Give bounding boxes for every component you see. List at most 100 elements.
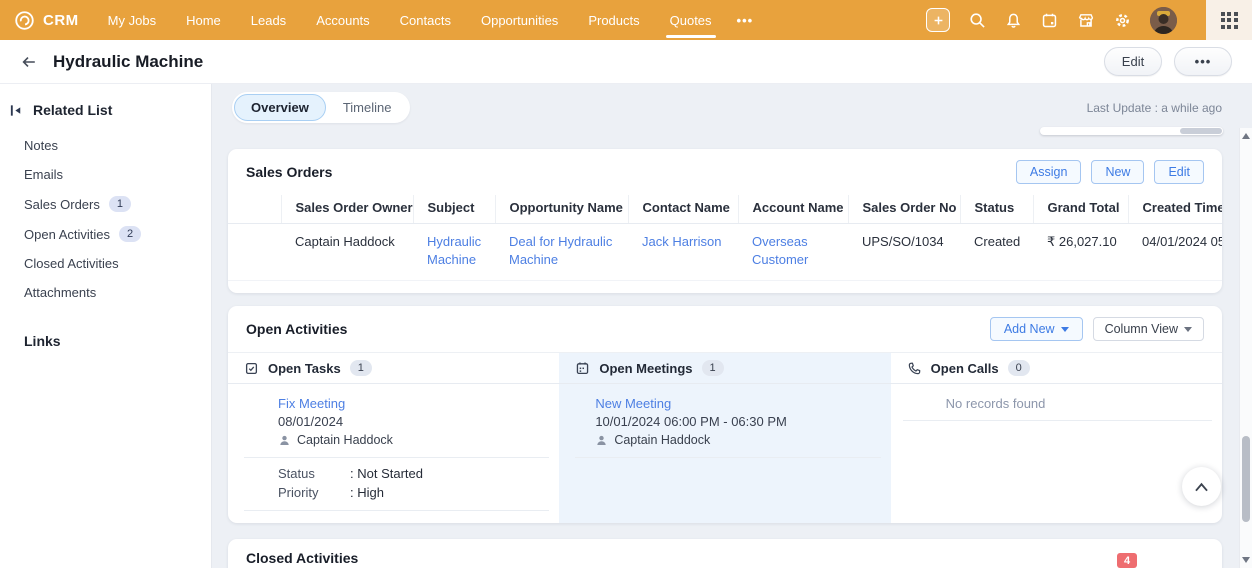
closed-activities-title: Closed Activities <box>246 550 359 566</box>
new-button[interactable]: New <box>1091 160 1145 184</box>
user-icon <box>280 435 289 445</box>
sidebar-item-notes[interactable]: Notes <box>0 131 211 160</box>
calendar-icon[interactable] <box>1041 12 1058 29</box>
status-cell: Created <box>960 223 1033 281</box>
table-row: Captain Haddock Hydraulic Machine Deal f… <box>228 223 1222 281</box>
nav-item-home[interactable]: Home <box>171 0 236 40</box>
vertical-scrollbar-thumb[interactable] <box>1242 436 1250 522</box>
back-arrow-icon[interactable] <box>20 54 38 70</box>
open-meetings-label: Open Meetings <box>599 360 693 376</box>
subject-link[interactable]: Hydraulic Machine <box>427 234 481 267</box>
avatar[interactable] <box>1150 6 1177 34</box>
row-select-cell <box>228 223 281 281</box>
divider <box>902 420 1212 421</box>
tab-timeline[interactable]: Timeline <box>326 94 409 121</box>
user-icon <box>597 435 607 445</box>
count-badge: 2 <box>119 226 142 242</box>
nav-right-icons <box>926 0 1252 40</box>
opportunity-link[interactable]: Deal for Hydraulic Machine <box>509 234 612 267</box>
record-more-button[interactable]: ••• <box>1174 47 1232 76</box>
column-header: Sales Order No <box>847 195 960 224</box>
column-header: Subject <box>412 195 495 224</box>
edit-button[interactable]: Edit <box>1104 47 1162 76</box>
nav-item-opportunities[interactable]: Opportunities <box>466 0 573 40</box>
nav-item-my-jobs[interactable]: My Jobs <box>93 0 171 40</box>
task-title-link[interactable]: Fix Meeting <box>278 396 549 412</box>
vertical-scrollbar[interactable] <box>1239 128 1252 568</box>
grand-total-cell: ₹ 26,027.10 <box>1033 223 1128 281</box>
select-column-header <box>228 195 281 224</box>
sidebar-item-emails[interactable]: Emails <box>0 160 211 189</box>
bell-icon[interactable] <box>1005 12 1022 29</box>
account-link[interactable]: Overseas Customer <box>752 234 808 267</box>
divider <box>244 510 550 511</box>
page-title: Hydraulic Machine <box>53 51 204 71</box>
nav-items: My Jobs Home Leads Accounts Contacts Opp… <box>93 0 764 40</box>
nav-item-products[interactable]: Products <box>573 0 654 40</box>
top-navigation: CRM My Jobs Home Leads Accounts Contacts… <box>0 0 1252 40</box>
crm-logo-icon <box>15 10 34 30</box>
scrollbar-down-arrow[interactable] <box>1240 557 1252 563</box>
assign-button[interactable]: Assign <box>1015 160 1082 184</box>
divider <box>244 457 550 458</box>
chevron-down-icon <box>1184 326 1192 332</box>
table-header-row: Sales Order Owner Subject Opportunity Na… <box>228 195 1222 224</box>
open-activities-title: Open Activities <box>246 321 348 337</box>
order-no-cell: UPS/SO/1034 <box>848 223 960 281</box>
nav-item-quotes[interactable]: Quotes <box>655 0 727 40</box>
open-tasks-count: 1 <box>349 360 372 376</box>
record-header: Hydraulic Machine Edit ••• <box>0 40 1252 84</box>
open-tasks-column: Open Tasks 1 Fix Meeting 08/01/2024 Capt… <box>228 353 560 523</box>
priority-label: Priority <box>278 485 319 500</box>
sidebar-item-open-activities[interactable]: Open Activities 2 <box>0 219 211 249</box>
column-header: Sales Order Owner <box>280 195 413 224</box>
nav-more-button[interactable]: ••• <box>727 0 764 40</box>
contact-link[interactable]: Jack Harrison <box>642 234 721 249</box>
meeting-title-link[interactable]: New Meeting <box>595 396 880 412</box>
column-header: Grand Total <box>1032 195 1128 224</box>
collapse-panel-icon[interactable] <box>9 103 24 118</box>
apps-grid-icon[interactable] <box>1206 0 1252 40</box>
notification-badge: 4 <box>1117 553 1137 568</box>
add-new-button[interactable]: Add New <box>989 317 1083 341</box>
sidebar-item-sales-orders[interactable]: Sales Orders 1 <box>0 189 211 219</box>
column-header: Created Time <box>1127 195 1222 224</box>
open-calls-count: 0 <box>1007 360 1030 376</box>
scroll-to-top-button[interactable] <box>1182 467 1221 506</box>
horizontal-scrollbar[interactable] <box>1040 127 1223 135</box>
nav-item-accounts[interactable]: Accounts <box>301 0 384 40</box>
sales-orders-card: Sales Orders Assign New Edit Sales Order… <box>228 149 1222 293</box>
related-list-header: Related List <box>0 102 211 118</box>
crm-brand[interactable]: CRM <box>14 10 79 31</box>
call-icon <box>908 362 920 374</box>
chevron-down-icon <box>1060 326 1069 332</box>
scrollbar-up-arrow[interactable] <box>1240 133 1252 139</box>
status-value: : Not Started <box>350 466 423 481</box>
search-icon[interactable] <box>969 12 986 29</box>
priority-value: : High <box>350 485 384 500</box>
edit-sales-order-button[interactable]: Edit <box>1154 160 1204 184</box>
add-icon[interactable] <box>926 8 950 32</box>
header-actions: Edit ••• <box>1104 47 1232 76</box>
brand-name: CRM <box>43 11 79 29</box>
crm-app: CRM My Jobs Home Leads Accounts Contacts… <box>0 0 1252 568</box>
created-time-cell: 04/01/2024 05 <box>1128 223 1222 281</box>
horizontal-scrollbar-thumb[interactable] <box>1180 128 1222 134</box>
related-list-label: Related List <box>33 102 113 118</box>
column-header: Opportunity Name <box>494 195 628 224</box>
tab-overview[interactable]: Overview <box>234 94 326 121</box>
divider <box>575 457 881 458</box>
sales-orders-table: Sales Order Owner Subject Opportunity Na… <box>228 195 1222 281</box>
gear-icon[interactable] <box>1114 12 1131 29</box>
sidebar-item-closed-activities[interactable]: Closed Activities <box>0 249 211 278</box>
sidebar-item-attachments[interactable]: Attachments <box>0 278 211 307</box>
open-activities-card: Open Activities Add New Column View Open… <box>228 306 1222 523</box>
meeting-datetime: 10/01/2024 06:00 PM - 06:30 PM <box>595 414 787 429</box>
column-view-button[interactable]: Column View <box>1092 317 1204 341</box>
closed-activities-card: Closed Activities No records found <box>228 539 1222 568</box>
open-calls-label: Open Calls <box>930 360 999 376</box>
nav-item-contacts[interactable]: Contacts <box>385 0 466 40</box>
view-tabbar: Overview Timeline Last Update : a while … <box>232 92 1222 123</box>
marketplace-icon[interactable] <box>1077 12 1095 29</box>
nav-item-leads[interactable]: Leads <box>236 0 301 40</box>
